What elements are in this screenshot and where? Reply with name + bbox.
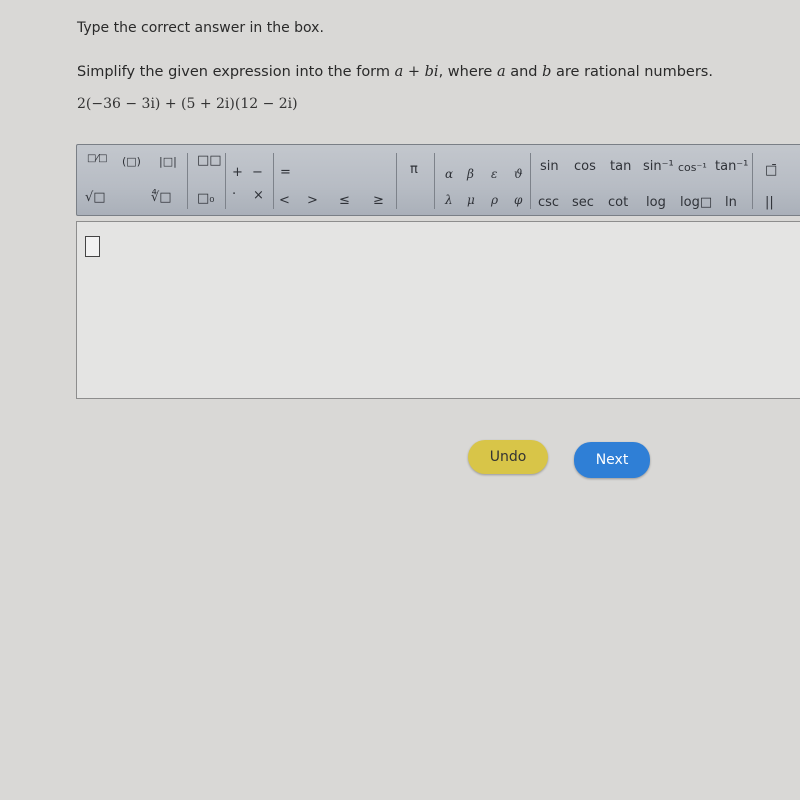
fraction-button[interactable]: □⁄□	[87, 153, 108, 164]
arctan-button[interactable]: tan⁻¹	[715, 159, 748, 174]
question-middle: , where	[438, 64, 497, 80]
sec-button[interactable]: sec	[572, 195, 594, 210]
sqrt-button[interactable]: √□	[85, 190, 106, 205]
input-placeholder-box[interactable]	[85, 236, 100, 257]
minus-button[interactable]: −	[252, 165, 263, 180]
cot-button[interactable]: cot	[608, 195, 628, 210]
subscript-button[interactable]: □₀	[197, 191, 215, 206]
greater-equal-button[interactable]: ≥	[373, 193, 384, 208]
phi-button[interactable]: φ	[514, 193, 522, 207]
arccos-button[interactable]: cos⁻¹	[678, 161, 707, 174]
log-button[interactable]: log	[646, 195, 666, 210]
plus-button[interactable]: +	[232, 165, 243, 180]
question-b: b	[542, 64, 552, 80]
greater-than-button[interactable]: >	[307, 193, 318, 208]
rho-button[interactable]: ρ	[491, 193, 498, 207]
separator	[187, 153, 188, 209]
math-toolbar: □⁄□ (□) |□| √□ ∜□ □□ □₀ + − · × = < > ≤ …	[76, 144, 800, 216]
separator	[273, 153, 274, 209]
question-form: a + bi	[394, 64, 439, 80]
pi-button[interactable]: π	[410, 162, 418, 177]
superscript-button[interactable]: □□	[197, 153, 222, 168]
answer-input[interactable]	[76, 221, 800, 399]
undo-button[interactable]: Undo	[468, 440, 548, 474]
question-text: Simplify the given expression into the f…	[77, 64, 713, 80]
arcsin-button[interactable]: sin⁻¹	[643, 159, 674, 174]
sin-button[interactable]: sin	[540, 159, 559, 174]
cos-button[interactable]: cos	[574, 159, 596, 174]
times-button[interactable]: ×	[253, 188, 264, 203]
separator	[752, 153, 753, 209]
dot-button[interactable]: ·	[232, 187, 236, 202]
mu-button[interactable]: μ	[467, 193, 475, 207]
question-prefix: Simplify the given expression into the f…	[77, 64, 395, 80]
separator	[530, 153, 531, 209]
parentheses-button[interactable]: (□)	[122, 155, 141, 168]
alpha-button[interactable]: α	[445, 167, 453, 181]
lambda-button[interactable]: λ	[445, 193, 453, 207]
epsilon-button[interactable]: ε	[491, 167, 497, 181]
nth-root-button[interactable]: ∜□	[151, 190, 172, 205]
next-button[interactable]: Next	[574, 442, 650, 478]
separator	[225, 153, 226, 209]
separator	[434, 153, 435, 209]
theta-button[interactable]: ϑ	[514, 167, 523, 181]
beta-button[interactable]: β	[467, 167, 474, 181]
equals-button[interactable]: =	[280, 165, 291, 180]
instruction-text: Type the correct answer in the box.	[77, 20, 324, 36]
ln-button[interactable]: ln	[725, 195, 737, 210]
question-a: a	[496, 64, 506, 80]
less-than-button[interactable]: <	[279, 193, 290, 208]
question-suffix: are rational numbers.	[551, 64, 713, 80]
csc-button[interactable]: csc	[538, 195, 559, 210]
question-and: and	[505, 64, 543, 80]
log-base-button[interactable]: log□	[680, 195, 712, 210]
less-equal-button[interactable]: ≤	[339, 193, 350, 208]
overline-button[interactable]: □̄	[765, 163, 777, 178]
absolute-value-button[interactable]: |□|	[159, 155, 177, 168]
tan-button[interactable]: tan	[610, 159, 631, 174]
expression: 2(−36 − 3i) + (5 + 2i)(12 − 2i)	[77, 96, 298, 112]
separator	[396, 153, 397, 209]
parallel-button[interactable]: ||	[765, 195, 774, 210]
